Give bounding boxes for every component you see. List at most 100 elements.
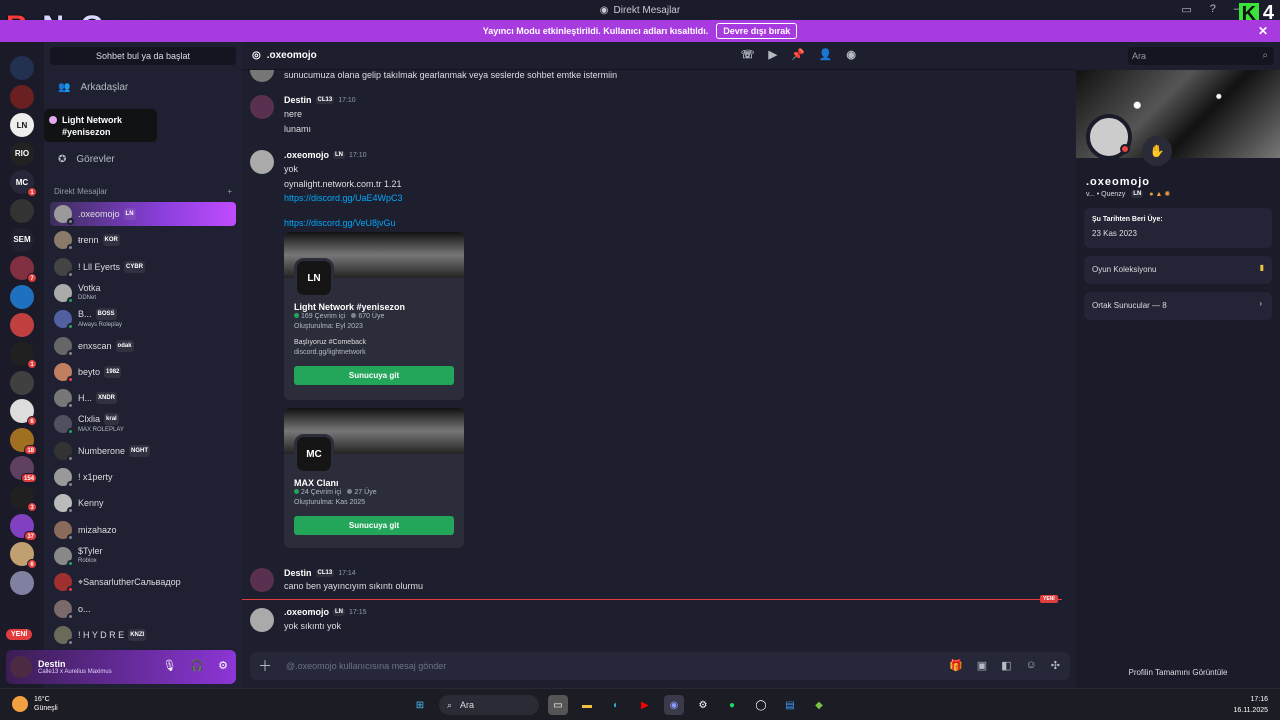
voice-call-icon[interactable]: ☏ bbox=[741, 48, 755, 61]
gift-icon[interactable]: 🎁 bbox=[949, 659, 963, 672]
youtube-icon[interactable]: ▶ bbox=[635, 695, 655, 715]
message-avatar[interactable] bbox=[250, 70, 274, 82]
apps-icon[interactable]: ✣ bbox=[1051, 659, 1060, 672]
unread-badge: 1 bbox=[27, 187, 37, 198]
message-link[interactable]: https://discord.gg/UaE4WpC3 bbox=[284, 193, 403, 203]
profile-name: .oxeomojo bbox=[1086, 176, 1151, 188]
clan-tag: KOR bbox=[102, 234, 120, 247]
dm-item[interactable]: mizahazo bbox=[50, 518, 236, 542]
message-composer[interactable]: ＋ @.oxeomojo kullanıcısına mesaj gönder … bbox=[250, 652, 1070, 680]
file-explorer-icon[interactable]: ▬ bbox=[577, 695, 597, 715]
dm-item[interactable]: B... BOSS Always Roleplay bbox=[50, 307, 236, 331]
close-banner-icon[interactable]: ✕ bbox=[1258, 24, 1268, 38]
message-link[interactable]: https://discord.gg/VeU8jvGu bbox=[284, 218, 396, 228]
server-icon[interactable] bbox=[10, 313, 34, 338]
settings-gear-icon[interactable]: ⚙ bbox=[218, 659, 228, 672]
server-icon[interactable] bbox=[10, 284, 34, 309]
user-avatar[interactable] bbox=[10, 656, 32, 678]
server-icon[interactable]: 37 bbox=[10, 513, 37, 541]
user-profile-icon[interactable]: ◉ bbox=[846, 48, 856, 61]
gif-icon[interactable]: ▣ bbox=[977, 659, 987, 672]
clan-tag: 1982 bbox=[104, 365, 122, 378]
disable-streamer-mode-button[interactable]: Devre dışı bırak bbox=[716, 23, 798, 39]
dm-item[interactable]: Clxlia kral MAX ROLEPLAY bbox=[50, 412, 236, 436]
server-icon[interactable]: 154 bbox=[10, 456, 37, 484]
server-icon[interactable]: 1 bbox=[10, 342, 37, 369]
nav-quests[interactable]: ✪ Görevler bbox=[50, 147, 236, 171]
minecraft-icon[interactable]: ◆ bbox=[809, 695, 829, 715]
dm-item[interactable]: ŧrenn KOR bbox=[50, 228, 236, 252]
video-call-icon[interactable]: ▶ bbox=[769, 48, 777, 61]
discord-taskbar-icon[interactable]: ◉ bbox=[664, 695, 684, 715]
friends-icon: 👥 bbox=[58, 81, 71, 93]
invite-link[interactable]: discord.gg/lightnetwork bbox=[294, 348, 454, 358]
dm-item[interactable]: H... XNDR bbox=[50, 386, 236, 410]
weather-widget[interactable]: 16°C Güneşli bbox=[12, 695, 58, 713]
headphones-icon[interactable]: 🎧 bbox=[190, 659, 204, 672]
server-icon[interactable]: MC 1 bbox=[10, 170, 37, 198]
go-to-server-button[interactable]: Sunucuya git bbox=[294, 366, 454, 385]
add-attachment-icon[interactable]: ＋ bbox=[258, 656, 272, 676]
server-icon[interactable] bbox=[10, 570, 34, 595]
github-icon[interactable]: ◯ bbox=[751, 695, 771, 715]
game-collection-row[interactable]: Oyun Koleksiyonu ▮ bbox=[1084, 256, 1272, 284]
invite-title: MAX Clanı bbox=[294, 478, 339, 488]
dm-item[interactable]: Numberone NGHT bbox=[50, 439, 236, 463]
sticker-icon[interactable]: ◧ bbox=[1001, 659, 1011, 672]
help-icon[interactable]: ? bbox=[1210, 3, 1216, 16]
dm-item[interactable]: beyto 1982 bbox=[50, 360, 236, 384]
server-icon[interactable] bbox=[10, 84, 34, 109]
wave-icon[interactable]: ✋ bbox=[1142, 136, 1172, 166]
dm-item[interactable]: $Tyler Roblox bbox=[50, 544, 236, 568]
server-icon[interactable] bbox=[10, 56, 34, 80]
message-avatar[interactable] bbox=[250, 150, 274, 174]
server-icon[interactable]: 6 bbox=[10, 399, 37, 427]
emoji-icon[interactable]: ☺ bbox=[1026, 659, 1037, 672]
unread-badge: 6 bbox=[27, 559, 37, 570]
view-full-profile-link[interactable]: Profilin Tamamını Görüntüle bbox=[1076, 668, 1280, 677]
dm-item[interactable]: ! Lll Eyerts CYBR bbox=[50, 255, 236, 279]
add-friends-icon[interactable]: 👤 bbox=[819, 48, 833, 61]
new-servers-pill[interactable]: YENİ bbox=[6, 629, 33, 640]
mutual-servers-row[interactable]: Ortak Sunucular — 8 › bbox=[1084, 292, 1272, 320]
dm-item[interactable]: ⌖SansarluthеrСальвадор bbox=[50, 570, 236, 594]
server-icon[interactable]: 3 bbox=[10, 485, 37, 512]
server-icon[interactable]: RIO bbox=[10, 141, 34, 166]
chat-search-input[interactable]: Ara ⌕ bbox=[1128, 47, 1274, 65]
microphone-icon[interactable]: 🎙 bbox=[162, 659, 176, 672]
profile-avatar[interactable] bbox=[1086, 114, 1132, 160]
windows-start-icon[interactable]: ⊞ bbox=[410, 695, 430, 715]
dm-item[interactable]: Kenny bbox=[50, 491, 236, 515]
server-icon[interactable]: 18 bbox=[10, 427, 37, 455]
steam-icon[interactable]: ⚙ bbox=[693, 695, 713, 715]
inbox-icon[interactable]: ▭ bbox=[1181, 3, 1191, 16]
dm-item[interactable]: ! H Y D R E KNZI bbox=[50, 623, 236, 647]
go-to-server-button[interactable]: Sunucuya git bbox=[294, 516, 454, 535]
server-icon[interactable]: LN bbox=[10, 113, 34, 138]
nav-friends[interactable]: 👥 Arkadaşlar bbox=[50, 75, 236, 99]
dm-item[interactable]: .oxeomojo LN bbox=[50, 202, 236, 226]
dm-name-row: ! H Y D R E KNZI bbox=[78, 628, 147, 641]
server-icon[interactable] bbox=[10, 199, 34, 223]
dm-item[interactable]: Votka DDNet bbox=[50, 281, 236, 305]
dm-item[interactable]: enxscan odak bbox=[50, 334, 236, 358]
message-avatar[interactable] bbox=[250, 95, 274, 119]
dm-item[interactable]: o... bbox=[50, 597, 236, 621]
store-icon[interactable]: ▤ bbox=[780, 695, 800, 715]
edge-browser-icon[interactable]: ◐ bbox=[606, 695, 626, 715]
task-view-icon[interactable]: ▭ bbox=[548, 695, 568, 715]
pin-icon[interactable]: 📌 bbox=[791, 48, 805, 61]
add-dm-button[interactable]: + bbox=[227, 187, 232, 196]
server-icon[interactable]: SEM bbox=[10, 227, 34, 252]
find-conversation-button[interactable]: Sohbet bul ya da başlat bbox=[50, 47, 236, 65]
server-icon[interactable]: 7 bbox=[10, 256, 37, 284]
dm-item[interactable]: ! x1perty bbox=[50, 465, 236, 489]
server-icon[interactable] bbox=[10, 370, 34, 395]
spotify-icon[interactable]: ● bbox=[722, 695, 742, 715]
taskbar-search[interactable]: ⌕ Ara bbox=[439, 695, 539, 715]
message-avatar[interactable] bbox=[250, 568, 274, 592]
server-icon[interactable]: 6 bbox=[10, 542, 37, 570]
message-avatar[interactable] bbox=[250, 608, 274, 632]
clock[interactable]: 17:16 16.11.2025 bbox=[1233, 694, 1268, 716]
clan-tag: KNZI bbox=[128, 628, 147, 641]
